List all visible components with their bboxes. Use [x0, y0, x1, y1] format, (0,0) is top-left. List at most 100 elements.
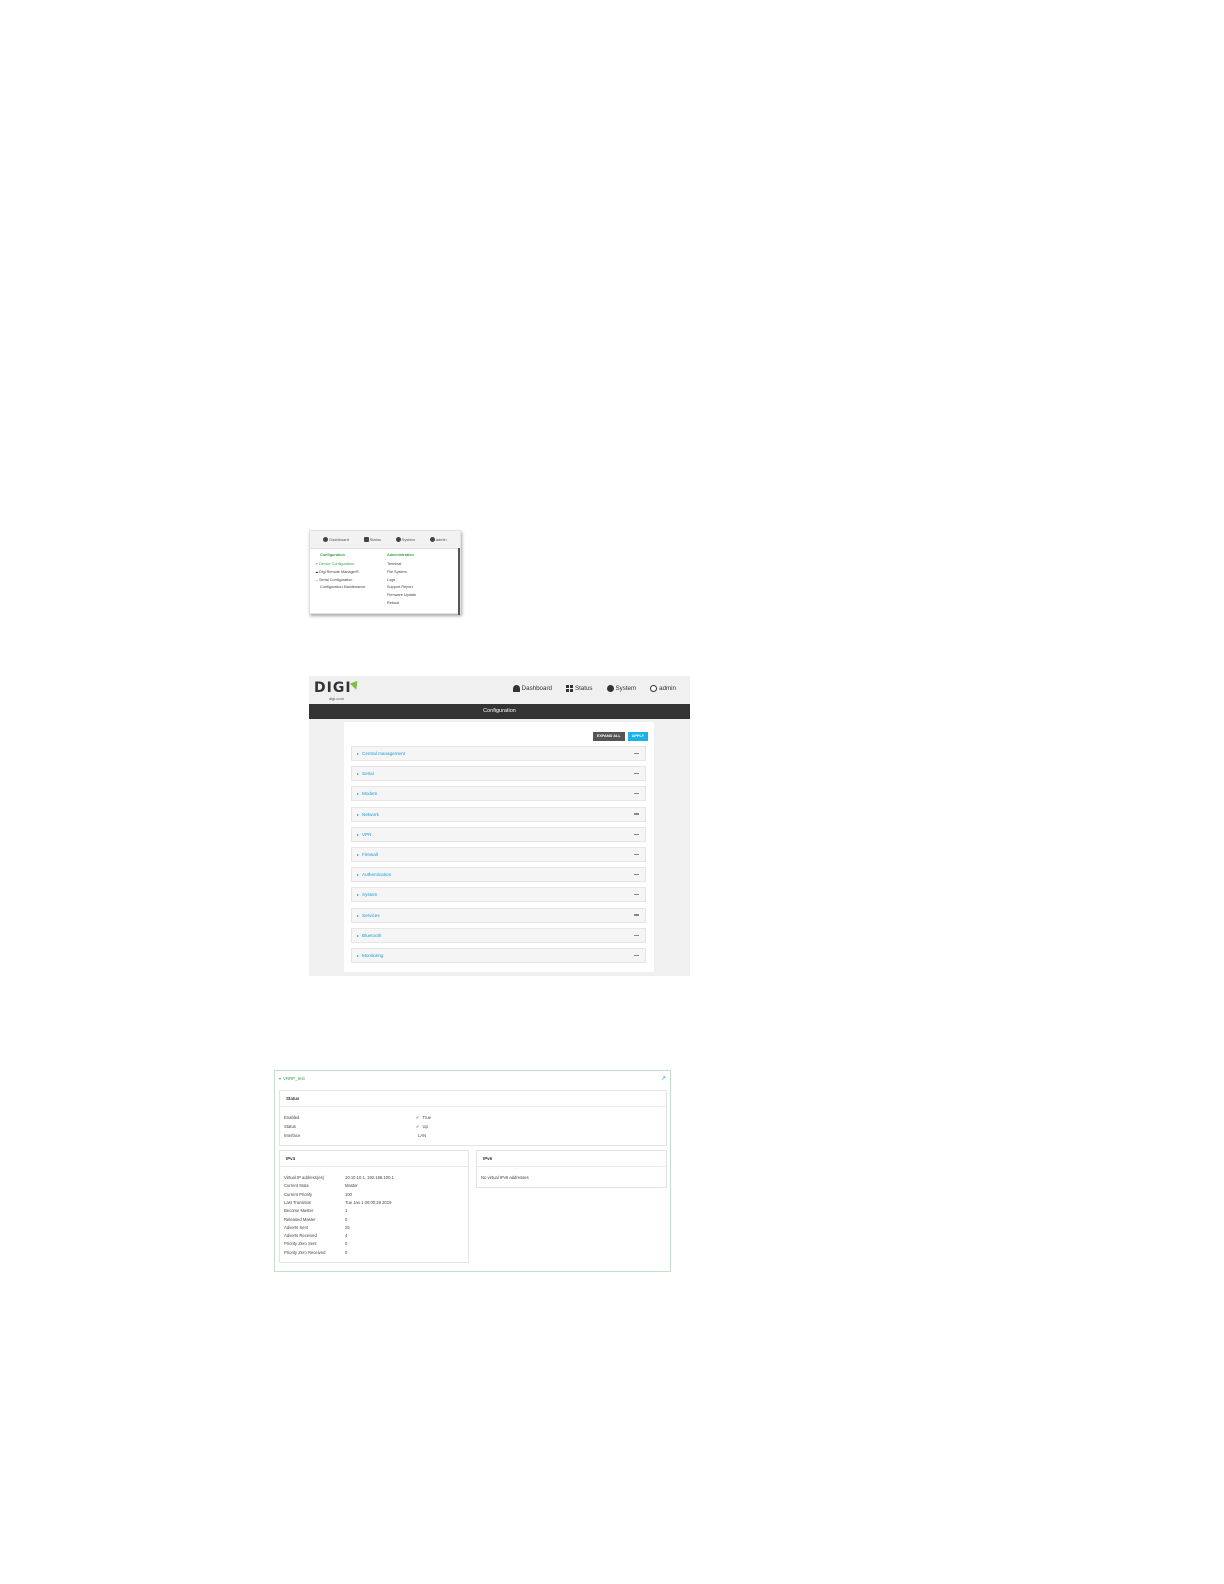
status-label: Status: [284, 1124, 296, 1129]
collapse-icon: [634, 954, 639, 956]
ipv4-value: 4: [345, 1233, 348, 1239]
dashboard-icon: [512, 685, 520, 692]
ipv6-message: No virtual IPv6 addresses: [481, 1175, 529, 1180]
nav-system[interactable]: System: [395, 537, 415, 543]
collapse-icon: [634, 833, 639, 835]
nav-status[interactable]: Status: [363, 537, 381, 543]
nav-dashboard[interactable]: Dashboard: [323, 537, 349, 543]
ipv4-label: Adverts Received: [284, 1233, 317, 1239]
ipv6-card: IPv6 No virtual IPv6 addresses: [476, 1150, 667, 1188]
ipv4-value: Master: [345, 1183, 358, 1189]
configuration-page-screenshot: DIGI digi.com Dashboard Status System ad…: [309, 676, 690, 976]
administration-column: Administration Terminal File System Logs…: [387, 552, 454, 608]
section-central-management[interactable]: Central management: [351, 746, 646, 761]
collapse-icon: [634, 813, 639, 815]
nav-dashboard[interactable]: Dashboard: [512, 685, 552, 692]
collapse-icon: [634, 934, 639, 936]
administration-heading: Administration: [387, 553, 414, 557]
gear-icon: [395, 537, 401, 543]
ipv4-card-title: IPv4: [280, 1151, 468, 1167]
menu-item-logs[interactable]: Logs: [387, 577, 454, 585]
ipv4-value: 1: [345, 1208, 348, 1214]
section-vpn[interactable]: VPN: [351, 826, 646, 842]
section-modem[interactable]: Modem: [351, 786, 646, 802]
section-firewall[interactable]: Firewall: [351, 846, 646, 862]
configuration-heading: Configuration: [320, 553, 345, 557]
section-system[interactable]: System: [351, 887, 646, 903]
status-value: ✔ Up: [416, 1124, 428, 1129]
ipv4-card: IPv4 Virtual IP address(es) 10.10.10.1, …: [279, 1150, 469, 1263]
section-services[interactable]: Services: [351, 907, 646, 923]
vrrp-status-screenshot: VRRP_test ↗ Status Enabled ✔True Status …: [274, 1070, 671, 1272]
status-card: Status Enabled ✔ True Status ✔ Up Interfac…: [279, 1090, 667, 1146]
ipv4-value: 100: [345, 1191, 352, 1197]
ipv4-label: Become Master: [284, 1208, 314, 1214]
collapse-icon: [634, 874, 639, 876]
ipv4-label: Virtual IP address(es): [284, 1175, 325, 1180]
expand-all-button[interactable]: EXPAND ALL: [592, 732, 625, 741]
menu-item-file-system[interactable]: File System: [387, 569, 454, 577]
ipv4-label: Current Priority: [284, 1191, 313, 1197]
status-value: ✔ True: [416, 1115, 431, 1120]
gear-icon: [606, 685, 614, 692]
section-network[interactable]: Network: [351, 806, 646, 822]
config-sections: Central management Serial Modem Network …: [351, 746, 646, 968]
edit-icon[interactable]: ↗: [661, 1075, 666, 1082]
nav-admin[interactable]: admin: [429, 537, 447, 543]
configuration-panel: EXPAND ALL APPLY Central management Seri…: [344, 722, 654, 972]
menu-item-configuration-maintenance[interactable]: Configuration Maintenance: [320, 584, 387, 592]
nav-status[interactable]: Status: [565, 685, 593, 692]
ipv4-value: Tue Jan 1 00:00:28 2019: [345, 1199, 392, 1205]
menu-item-firmware-update[interactable]: Firmware Update: [387, 592, 454, 600]
collapse-icon: [634, 793, 639, 795]
status-label: Interface: [284, 1133, 301, 1138]
ipv4-value: 0: [345, 1249, 348, 1255]
status-value: LAN: [418, 1133, 427, 1138]
digi-logo[interactable]: DIGI digi.com: [314, 679, 361, 701]
check-icon: ✔: [416, 1124, 420, 1129]
user-icon: [650, 685, 658, 692]
menu-item-reboot[interactable]: Reboot: [387, 600, 454, 608]
collapse-icon: [634, 914, 639, 916]
grid-icon: [565, 685, 573, 692]
collapse-icon: [634, 752, 639, 755]
nav-admin[interactable]: admin: [650, 685, 676, 692]
collapse-icon: [634, 773, 639, 775]
section-serial[interactable]: Serial: [351, 766, 646, 782]
collapse-icon: [634, 853, 639, 856]
ipv4-value: 25: [345, 1224, 350, 1230]
status-card-title: Status: [280, 1091, 666, 1107]
ipv4-label: Priority Zero Received: [284, 1249, 326, 1255]
configuration-column: Configuration ↗Device Configuration ☁Dig…: [315, 552, 387, 608]
ipv4-value: 0: [345, 1216, 348, 1222]
grid-icon: [363, 537, 369, 543]
nav-system[interactable]: System: [606, 685, 636, 692]
menu-item-terminal[interactable]: Terminal: [387, 561, 454, 569]
ipv4-value: 0: [345, 1241, 348, 1247]
top-bar: DIGI digi.com Dashboard Status System ad…: [309, 676, 690, 704]
logo-triangle-icon: [349, 680, 361, 692]
section-bluetooth[interactable]: Bluetooth: [351, 927, 646, 943]
section-monitoring[interactable]: Monitoring: [351, 947, 646, 963]
ipv4-label: Priority Zero Sent: [284, 1241, 317, 1247]
section-authentication[interactable]: Authentication: [351, 867, 646, 883]
ipv4-label: Last Transition: [284, 1199, 312, 1205]
menu-item-remote-manager[interactable]: ☁Digi Remote Manager®: [315, 569, 387, 577]
check-icon: ✔: [416, 1115, 420, 1120]
menu-item-device-configuration[interactable]: ↗Device Configuration: [315, 561, 387, 569]
vrrp-instance-title[interactable]: VRRP_test: [279, 1076, 305, 1081]
ipv4-value: 10.10.10.1, 192.168.100.1: [345, 1175, 394, 1180]
menu-item-support-report[interactable]: Support Report: [387, 584, 454, 592]
menu-scrollbar[interactable]: [458, 548, 460, 615]
apply-button[interactable]: APPLY: [627, 732, 648, 741]
collapse-icon: [634, 894, 639, 896]
ipv4-label: Released Master: [284, 1216, 316, 1222]
page-title: Configuration: [309, 704, 690, 719]
status-label: Enabled: [284, 1115, 300, 1120]
system-menu-screenshot: Dashboard Status System admin Configurat…: [309, 530, 461, 615]
menu-item-serial-configuration[interactable]: ↔Serial Configuration: [315, 577, 387, 585]
ipv4-label: Adverts Sent: [284, 1224, 308, 1230]
ipv4-label: Current State: [284, 1183, 309, 1189]
main-nav: Dashboard Status System admin: [512, 685, 676, 692]
menu-top-nav: Dashboard Status System admin: [310, 531, 460, 549]
